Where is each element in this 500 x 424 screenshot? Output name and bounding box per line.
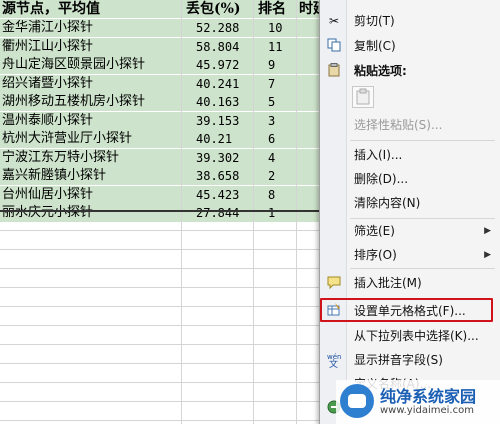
menu-item-phonetic[interactable]: wén 文 显示拼音字段(S) [320,349,500,371]
header-cell-node[interactable]: 源节点，平均值 [0,0,181,18]
watermark-logo-icon [340,384,374,418]
menu-item-paste-special[interactable]: 选择性粘贴(S)... [320,114,500,136]
table-cell-node[interactable]: 台州仙居小探针 [0,185,181,204]
table-cell-latency[interactable] [297,93,319,111]
table-cell-node[interactable]: 舟山定海区颐景园小探针 [0,56,181,74]
table-cell-latency[interactable] [297,167,319,185]
submenu-arrow-icon: ▶ [484,250,491,260]
menu-item-pick-list[interactable]: 从下拉列表中选择(K)... [320,325,500,347]
menu-separator [350,140,495,141]
header-cell-loss[interactable]: 丢包(%) [182,0,253,18]
table-cell-loss[interactable]: 40.163 [182,93,253,111]
menu-item-filter-label: 筛选(E) [354,224,395,238]
watermark: 纯净系统家园 www.yidaimei.com [336,380,500,424]
menu-item-phonetic-label: 显示拼音字段(S) [354,353,443,367]
watermark-url: www.yidaimei.com [380,405,474,416]
menu-item-sort-label: 排序(O) [354,248,397,262]
menu-item-insert-comment[interactable]: 插入批注(M) [320,272,500,294]
menu-item-paste-options-label: 粘贴选项: [354,64,407,78]
highlight-box [320,298,493,322]
menu-item-insert-label: 插入(I)... [354,148,403,162]
menu-item-copy[interactable]: 复制(C) [320,35,500,57]
table-cell-rank[interactable]: 3 [254,111,296,130]
table-cell-latency[interactable] [297,204,319,222]
table-cell-rank[interactable]: 5 [254,93,296,111]
comment-icon [326,275,342,291]
table-cell-loss[interactable]: 39.302 [182,148,253,167]
table-cell-loss[interactable]: 45.423 [182,185,253,204]
submenu-arrow-icon: ▶ [484,226,491,236]
table-cell-node[interactable]: 衢州江山小探针 [0,37,181,56]
table-cell-loss[interactable]: 45.972 [182,56,253,74]
paste-icon [326,63,342,79]
menu-item-sort[interactable]: 排序(O) ▶ [320,244,500,266]
table-cell-node[interactable]: 嘉兴新塍镇小探针 [0,167,181,185]
table-cell-loss[interactable]: 39.153 [182,111,253,130]
table-cell-rank[interactable]: 2 [254,167,296,185]
menu-item-paste-options: 粘贴选项: [320,60,500,82]
menu-item-pick-list-label: 从下拉列表中选择(K)... [354,329,479,343]
table-cell-latency[interactable] [297,37,319,56]
table-cell-rank[interactable]: 11 [254,37,296,56]
table-cell-loss[interactable]: 27.844 [182,204,253,222]
scissors-icon: ✂ [328,14,340,28]
menu-item-clear[interactable]: 清除内容(N) [320,192,500,214]
table-cell-rank[interactable]: 4 [254,148,296,167]
table-cell-node[interactable]: 金华浦江小探针 [0,19,181,37]
phonetic-icon: wén 文 [326,352,342,370]
menu-item-insert-comment-label: 插入批注(M) [354,276,422,290]
table-cell-rank[interactable]: 6 [254,130,296,148]
menu-item-copy-label: 复制(C) [354,39,396,53]
menu-item-delete-label: 删除(D)... [354,172,409,186]
table-cell-loss[interactable]: 40.241 [182,74,253,93]
table-cell-rank[interactable]: 9 [254,56,296,74]
table-cell-rank[interactable]: 10 [254,19,296,37]
header-cell-rank[interactable]: 排名 [254,0,296,18]
table-cell-rank[interactable]: 8 [254,185,296,204]
menu-item-cut[interactable]: ✂ 剪切(T) [320,10,500,32]
menu-separator [350,218,495,219]
clipboard-icon [356,88,370,105]
paste-values-button[interactable] [352,86,374,108]
table-cell-node[interactable]: 丽水庆元小探针 [0,204,181,222]
copy-icon [326,38,342,54]
table-cell-node[interactable]: 温州泰顺小探针 [0,111,181,130]
table-cell-rank[interactable]: 7 [254,74,296,93]
table-cell-node[interactable]: 杭州大浒营业厅小探针 [0,130,181,148]
table-cell-latency[interactable] [297,148,319,167]
table-cell-latency[interactable] [297,56,319,74]
menu-item-cut-label: 剪切(T) [354,14,395,28]
table-cell-node[interactable]: 宁波江东万特小探针 [0,148,181,167]
menu-item-clear-label: 清除内容(N) [354,196,421,210]
watermark-title: 纯净系统家园 [380,387,477,406]
table-cell-latency[interactable] [297,19,319,37]
table-cell-latency[interactable] [297,74,319,93]
table-cell-loss[interactable]: 52.288 [182,19,253,37]
menu-item-filter[interactable]: 筛选(E) ▶ [320,220,500,242]
table-cell-loss[interactable]: 58.804 [182,37,253,56]
menu-separator [350,268,495,269]
table-cell-latency[interactable] [297,185,319,204]
table-cell-loss[interactable]: 38.658 [182,167,253,185]
table-cell-node[interactable]: 绍兴诸暨小探针 [0,74,181,93]
table-cell-rank[interactable]: 1 [254,204,296,222]
menu-item-delete[interactable]: 删除(D)... [320,168,500,190]
table-cell-node[interactable]: 湖州移动五楼机房小探针 [0,93,181,111]
svg-text:文: 文 [329,358,338,368]
table-cell-latency[interactable] [297,111,319,130]
context-menu: ✂ 剪切(T) 复制(C) 粘贴选项: 选择性粘贴(S)... 插入(I)...… [319,0,500,424]
table-cell-latency[interactable] [297,130,319,148]
table-cell-loss[interactable]: 40.21 [182,130,253,148]
menu-item-paste-special-label: 选择性粘贴(S)... [354,118,443,132]
header-cell-latency[interactable]: 时延( [297,0,319,18]
menu-item-insert[interactable]: 插入(I)... [320,144,500,166]
